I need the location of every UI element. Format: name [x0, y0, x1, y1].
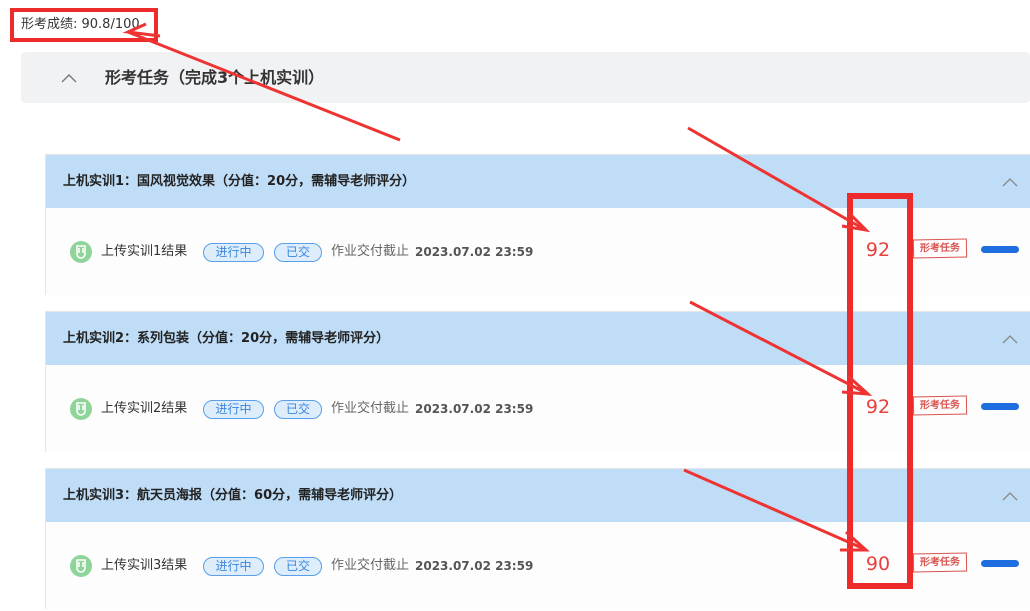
- submitted-badge: 已交: [274, 400, 322, 419]
- chevron-up-icon[interactable]: [1002, 489, 1018, 503]
- deadline-value: 2023.07.02 23:59: [415, 245, 534, 259]
- task-card: 上机实训3：航天员海报（分值：60分，需辅导老师评分） 上传实训3结果 进行中 …: [45, 468, 1030, 609]
- upload-link[interactable]: 上传实训1结果: [101, 241, 187, 263]
- deadline-value: 2023.07.02 23:59: [415, 402, 534, 416]
- task-body: 上传实训1结果 进行中 已交 作业交付截止 2023.07.02 23:59 9…: [46, 208, 1030, 295]
- status-badge: 进行中: [203, 557, 264, 576]
- upload-icon: [70, 398, 92, 420]
- deadline-label: 作业交付截止: [331, 401, 410, 416]
- chevron-up-icon[interactable]: [61, 70, 77, 86]
- section-title: 形考任务（完成3个上机实训）: [105, 68, 325, 87]
- chevron-up-icon[interactable]: [1002, 175, 1018, 189]
- task-body: 上传实训3结果 进行中 已交 作业交付截止 2023.07.02 23:59 9…: [46, 522, 1030, 609]
- submitted-badge: 已交: [274, 557, 322, 576]
- task-grade: 90: [865, 553, 891, 575]
- task-title: 上机实训3：航天员海报（分值：60分，需辅导老师评分）: [63, 488, 403, 503]
- progress-bar: [981, 560, 1019, 567]
- upload-link[interactable]: 上传实训2结果: [101, 398, 187, 420]
- task-grade: 92: [865, 396, 891, 418]
- upload-icon: [70, 241, 92, 263]
- chevron-up-icon[interactable]: [1002, 332, 1018, 346]
- status-badge: 进行中: [203, 400, 264, 419]
- task-body: 上传实训2结果 进行中 已交 作业交付截止 2023.07.02 23:59 9…: [46, 365, 1030, 452]
- submitted-badge: 已交: [274, 243, 322, 262]
- assessment-stamp: 形考任务: [912, 552, 968, 573]
- task-header[interactable]: 上机实训3：航天员海报（分值：60分，需辅导老师评分）: [46, 469, 1030, 522]
- task-grade: 92: [865, 239, 891, 261]
- task-card: 上机实训2：系列包装（分值：20分，需辅导老师评分） 上传实训2结果 进行中 已…: [45, 311, 1030, 452]
- task-header[interactable]: 上机实训1：国风视觉效果（分值：20分，需辅导老师评分）: [46, 155, 1030, 208]
- deadline-label: 作业交付截止: [331, 244, 410, 259]
- progress-bar: [981, 246, 1019, 253]
- deadline-label: 作业交付截止: [331, 558, 410, 573]
- task-title: 上机实训2：系列包装（分值：20分，需辅导老师评分）: [63, 331, 390, 346]
- status-badge: 进行中: [203, 243, 264, 262]
- upload-link[interactable]: 上传实训3结果: [101, 555, 187, 577]
- task-header[interactable]: 上机实训2：系列包装（分值：20分，需辅导老师评分）: [46, 312, 1030, 365]
- assessment-stamp: 形考任务: [912, 395, 968, 416]
- assessment-stamp: 形考任务: [912, 238, 968, 259]
- total-score: 形考成绩: 90.8/100: [10, 8, 158, 42]
- task-title: 上机实训1：国风视觉效果（分值：20分，需辅导老师评分）: [63, 174, 416, 189]
- task-card: 上机实训1：国风视觉效果（分值：20分，需辅导老师评分） 上传实训1结果 进行中…: [45, 154, 1030, 295]
- deadline-value: 2023.07.02 23:59: [415, 559, 534, 573]
- section-header[interactable]: 形考任务（完成3个上机实训）: [21, 52, 1030, 103]
- upload-icon: [70, 555, 92, 577]
- progress-bar: [981, 403, 1019, 410]
